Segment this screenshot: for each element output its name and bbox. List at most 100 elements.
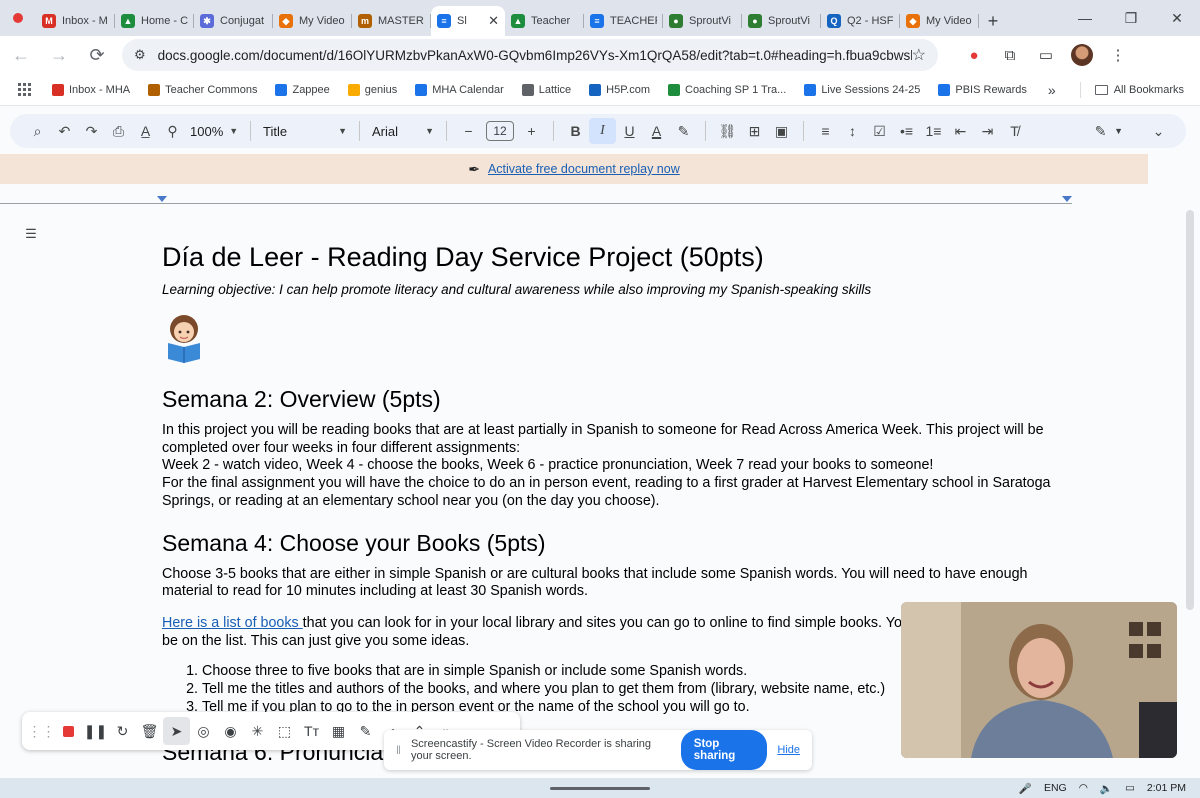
outline-toggle-icon[interactable]: ☰ [17,222,45,246]
checklist-icon[interactable]: ☑ [866,118,893,144]
pause-icon[interactable]: ❚❚ [82,717,109,745]
profile-button[interactable] [1064,39,1100,71]
activate-replay-link[interactable]: Activate free document replay now [488,162,680,176]
microphone-icon[interactable]: 🎤 [1019,782,1032,795]
editing-mode-icon[interactable]: ✎ [1087,118,1114,144]
all-bookmarks-button[interactable]: All Bookmarks [1094,84,1184,96]
stop-sharing-button[interactable]: Stop sharing [680,730,768,770]
trash-icon[interactable]: 🗑 [136,717,163,745]
back-button[interactable]: ← [4,38,38,72]
drag-handle-icon[interactable]: ⋮⋮ [28,717,56,745]
image-icon[interactable]: ▣ [768,118,795,144]
volume-icon[interactable]: 🔈 [1100,782,1113,795]
text-tool-icon[interactable]: Tт [298,717,325,745]
search-menus-icon[interactable]: ⌕ [24,118,51,144]
pen-icon[interactable]: ✎ [352,717,379,745]
italic-icon[interactable]: I [589,118,616,144]
tab[interactable]: ▲ Home - C [115,6,194,36]
forward-button[interactable]: → [42,38,76,72]
clear-formatting-icon[interactable]: T̸ [1001,118,1028,144]
style-select[interactable]: Title ▼ [259,118,351,144]
line-spacing-icon[interactable]: ↕ [839,118,866,144]
taskbar-handle[interactable] [550,787,650,790]
bookmark-item[interactable]: genius [347,83,397,96]
restart-icon[interactable]: ↻ [109,717,136,745]
spotlight-icon[interactable]: ◉ [217,717,244,745]
text-color-icon[interactable]: A [643,118,670,144]
clock[interactable]: 2:01 PM [1147,782,1186,794]
tab[interactable]: M Inbox - M [36,6,115,36]
underline-icon[interactable]: U [616,118,643,144]
grip-icon[interactable]: ‖ [396,743,401,757]
redo-icon[interactable]: ↷ [78,118,105,144]
webcam-overlay[interactable] [901,602,1177,758]
battery-icon[interactable]: ▭ [1125,782,1135,794]
focus-mouse-icon[interactable]: ✳ [244,717,271,745]
cursor-icon[interactable]: ➤ [163,717,190,745]
font-size-input[interactable]: 12 [486,121,514,141]
tab[interactable]: m MASTER [352,6,431,36]
click-highlight-icon[interactable]: ◎ [190,717,217,745]
collapse-toolbar-icon[interactable]: ⌄ [1145,118,1172,144]
bookmark-item[interactable]: Lattice [521,83,571,96]
scrollbar[interactable] [1186,210,1194,610]
cast-icon[interactable]: ▭ [1028,39,1064,71]
language-indicator[interactable]: ENG [1044,782,1067,794]
bookmark-item[interactable]: Inbox - MHA [52,83,130,96]
left-indent-marker[interactable] [157,196,167,202]
increase-font-size-icon[interactable]: + [518,118,545,144]
select-area-icon[interactable]: ⬚ [271,717,298,745]
bookmark-item[interactable]: Coaching SP 1 Tra... [668,83,786,96]
bookmark-star-icon[interactable]: ☆ [912,45,926,65]
apps-grid-icon[interactable] [18,82,32,97]
paint-format-icon[interactable]: ⚲ [159,118,186,144]
zoom-select[interactable]: 100% ▼ [186,118,242,144]
comment-icon[interactable]: ⊞ [741,118,768,144]
grid-icon[interactable]: ▦ [325,717,352,745]
hide-button[interactable]: Hide [777,744,800,756]
bookmark-item[interactable]: MHA Calendar [415,83,504,96]
bookmark-item[interactable]: Teacher Commons [148,83,257,96]
tab[interactable]: ● SproutVi [663,6,742,36]
font-select[interactable]: Arial ▼ [368,118,438,144]
reload-button[interactable]: ⟳ [80,38,114,72]
tab[interactable]: ● SproutVi [742,6,821,36]
bookmark-item[interactable]: Live Sessions 24-25 [804,83,920,96]
stop-recording-button[interactable] [55,717,82,745]
omnibox[interactable]: ⚙ docs.google.com/document/d/16OlYURMzbv… [122,39,938,71]
restore-button[interactable]: ❐ [1108,10,1154,27]
bookmark-item[interactable]: PBIS Rewards [938,83,1027,96]
decrease-indent-icon[interactable]: ⇤ [947,118,974,144]
url-text[interactable]: docs.google.com/document/d/16OlYURMzbvPk… [158,48,912,63]
minimize-button[interactable]: — [1062,10,1108,26]
more-bookmarks-icon[interactable]: » [1048,82,1056,98]
tab[interactable]: ≡ TEACHER [584,6,663,36]
close-tab-icon[interactable]: ✕ [488,13,499,29]
menu-icon[interactable]: ⋮ [1100,39,1136,71]
bulleted-list-icon[interactable]: •≡ [893,118,920,144]
bold-icon[interactable]: B [562,118,589,144]
tab[interactable]: ◆ My Video [273,6,352,36]
bookmark-item[interactable]: Zappee [275,83,330,96]
increase-indent-icon[interactable]: ⇥ [974,118,1001,144]
wifi-icon[interactable]: ◠ [1079,782,1088,794]
highlight-icon[interactable]: ✎ [670,118,697,144]
numbered-list-icon[interactable]: 1≡ [920,118,947,144]
tab[interactable]: Q Q2 - HSF [821,6,900,36]
site-info-icon[interactable]: ⚙ [134,47,146,63]
extensions-icon[interactable]: ⧉ [992,39,1028,71]
tab[interactable]: ≡ Sl ✕ [431,6,505,36]
tab[interactable]: ▲ Teacher [505,6,584,36]
decrease-font-size-icon[interactable]: − [455,118,482,144]
tab[interactable]: ◆ My Video [900,6,979,36]
bookmark-item[interactable]: H5P.com [589,83,650,96]
link-icon[interactable]: ⛓ [714,118,741,144]
print-icon[interactable]: ⎙ [105,118,132,144]
right-indent-marker[interactable] [1062,196,1072,202]
book-list-link[interactable]: Here is a list of books [162,615,303,631]
undo-icon[interactable]: ↶ [51,118,78,144]
spellcheck-icon[interactable]: A̲ [132,118,159,144]
align-icon[interactable]: ≡ [812,118,839,144]
screencastify-extension-icon[interactable]: ● [956,39,992,71]
tab[interactable]: ✱ Conjugat [194,6,273,36]
